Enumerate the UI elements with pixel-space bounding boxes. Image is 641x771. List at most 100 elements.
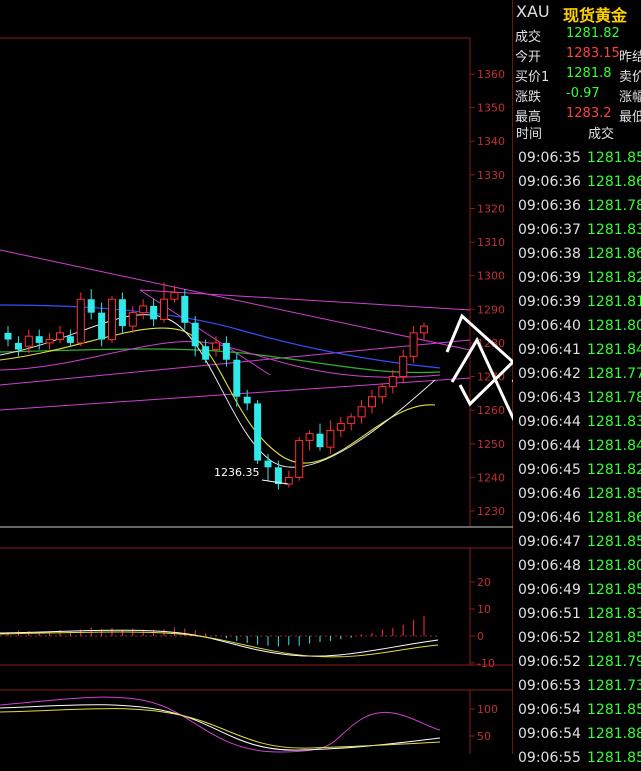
tick-row: 09:06:45 1281.82	[513, 459, 641, 483]
quote-row: 买价1 1281.8 卖价	[513, 64, 641, 85]
candle-body	[128, 312, 137, 327]
tick-row: 09:06:47 1281.85	[513, 531, 641, 555]
price-axis-label: 1310	[477, 236, 505, 249]
quote-value: -0.97	[566, 86, 600, 101]
tick-price: 1281.82	[587, 270, 641, 286]
tick-time: 09:06:54	[518, 702, 581, 718]
candle-body	[14, 342, 22, 350]
tick-price: 1281.85	[587, 486, 641, 502]
tick-row: 09:06:54 1281.88	[513, 723, 641, 747]
candle-body	[76, 298, 85, 344]
tick-time: 09:06:47	[518, 534, 581, 550]
candle-body	[264, 460, 272, 468]
price-axis-label: 1240	[477, 471, 505, 484]
quote-label: 买价1	[515, 70, 550, 85]
candle-body	[160, 298, 168, 320]
tick-row: 09:06:44 1281.84	[513, 435, 641, 459]
candle-body	[399, 355, 408, 378]
tick-time: 09:06:45	[518, 462, 581, 478]
tick-price: 1281.86	[587, 174, 641, 190]
tick-time: 09:06:52	[518, 654, 581, 670]
candle-body	[212, 342, 220, 351]
candle-body	[56, 332, 64, 341]
tick-row: 09:06:46 1281.85	[513, 483, 641, 507]
tick-price: 1281.78	[587, 390, 641, 406]
candles	[4, 282, 428, 490]
candle-body	[4, 332, 12, 340]
price-axis-label: 1360	[477, 68, 505, 81]
macd-axis-label: -10	[477, 657, 495, 670]
chart-area[interactable]: 1360135013401330132013101300129012801270…	[0, 0, 513, 754]
quote-value: 1281.82	[566, 26, 620, 41]
ma-line-white	[0, 314, 436, 468]
price-axis-label: 1250	[477, 438, 505, 451]
candle-body	[150, 305, 158, 320]
tick-row: 09:06:49 1281.85	[513, 579, 641, 603]
ticks-header-price: 成交	[588, 127, 615, 142]
tick-time: 09:06:37	[518, 222, 581, 238]
tick-time: 09:06:43	[518, 390, 581, 406]
tick-price: 1281.85	[587, 702, 641, 718]
candle-body	[35, 336, 43, 343]
chart-grid: 1360135013401330132013101300129012801270…	[0, 0, 513, 754]
tick-price: 1281.85	[587, 750, 641, 766]
quote-value: 1281.8	[566, 66, 612, 81]
tick-time: 09:06:55	[518, 750, 581, 766]
tick-row: 09:06:42 1281.77	[513, 363, 641, 387]
quote-label-secondary: 昨结	[619, 50, 641, 65]
candle-body	[326, 429, 335, 448]
tick-row: 09:06:39 1281.81	[513, 291, 641, 315]
price-axis-label: 1320	[477, 202, 505, 215]
tick-time: 09:06:54	[518, 726, 581, 742]
quote-label-secondary: 卖价	[619, 70, 641, 85]
price-axis-label: 1290	[477, 303, 505, 316]
tick-price: 1281.77	[587, 366, 641, 382]
tick-price: 1281.84	[587, 438, 641, 454]
tick-time: 09:06:44	[518, 414, 581, 430]
tick-price: 1281.80	[587, 318, 641, 334]
tick-price: 1281.85	[587, 534, 641, 550]
quote-label: 今开	[515, 50, 542, 65]
macd-axis-label: 0	[477, 630, 484, 643]
zigzag-arrow	[445, 313, 513, 407]
tick-time: 09:06:39	[518, 270, 581, 286]
tick-price: 1281.84	[587, 342, 641, 358]
tick-row: 09:06:51 1281.83	[513, 603, 641, 627]
candle-body	[347, 416, 356, 425]
kdj-axis-label: 50	[477, 730, 491, 743]
tick-row: 09:06:36 1281.78	[513, 195, 641, 219]
tick-time: 09:06:35	[518, 150, 581, 166]
tick-price: 1281.79	[587, 654, 641, 670]
tick-price: 1281.83	[587, 606, 641, 622]
candle-body	[191, 322, 199, 347]
tick-time: 09:06:36	[518, 198, 581, 214]
candle-body	[274, 467, 282, 485]
tick-price: 1281.85	[587, 582, 641, 598]
quote-label: 成交	[515, 30, 542, 45]
quote-label: 涨跌	[515, 90, 542, 105]
tick-time: 09:06:38	[518, 246, 581, 262]
candle-body	[139, 305, 148, 314]
tick-time: 09:06:40	[518, 318, 581, 334]
price-axis-label: 1350	[477, 102, 505, 115]
price-axis-label: 1330	[477, 169, 505, 182]
tick-time: 09:06:44	[518, 438, 581, 454]
tick-price: 1281.85	[587, 150, 641, 166]
candle-body	[222, 342, 230, 360]
tick-row: 09:06:54 1281.85	[513, 699, 641, 723]
quote-row: 今开 1283.15 昨结	[513, 44, 641, 65]
tick-time: 09:06:49	[518, 582, 581, 598]
tick-row: 09:06:36 1281.86	[513, 171, 641, 195]
candle-body	[368, 396, 376, 408]
tick-price: 1281.86	[587, 246, 641, 262]
candle-body	[378, 386, 387, 398]
quote-header: XAU 现货黄金	[513, 0, 641, 25]
tick-price: 1281.82	[587, 462, 641, 478]
ticks-header-time: 时间	[516, 127, 543, 142]
candle-body	[66, 336, 74, 343]
candle-body	[284, 476, 293, 485]
tick-time: 09:06:41	[518, 342, 581, 358]
ma-line-green	[0, 348, 441, 374]
tick-row: 09:06:46 1281.86	[513, 507, 641, 531]
tick-time: 09:06:51	[518, 606, 581, 622]
